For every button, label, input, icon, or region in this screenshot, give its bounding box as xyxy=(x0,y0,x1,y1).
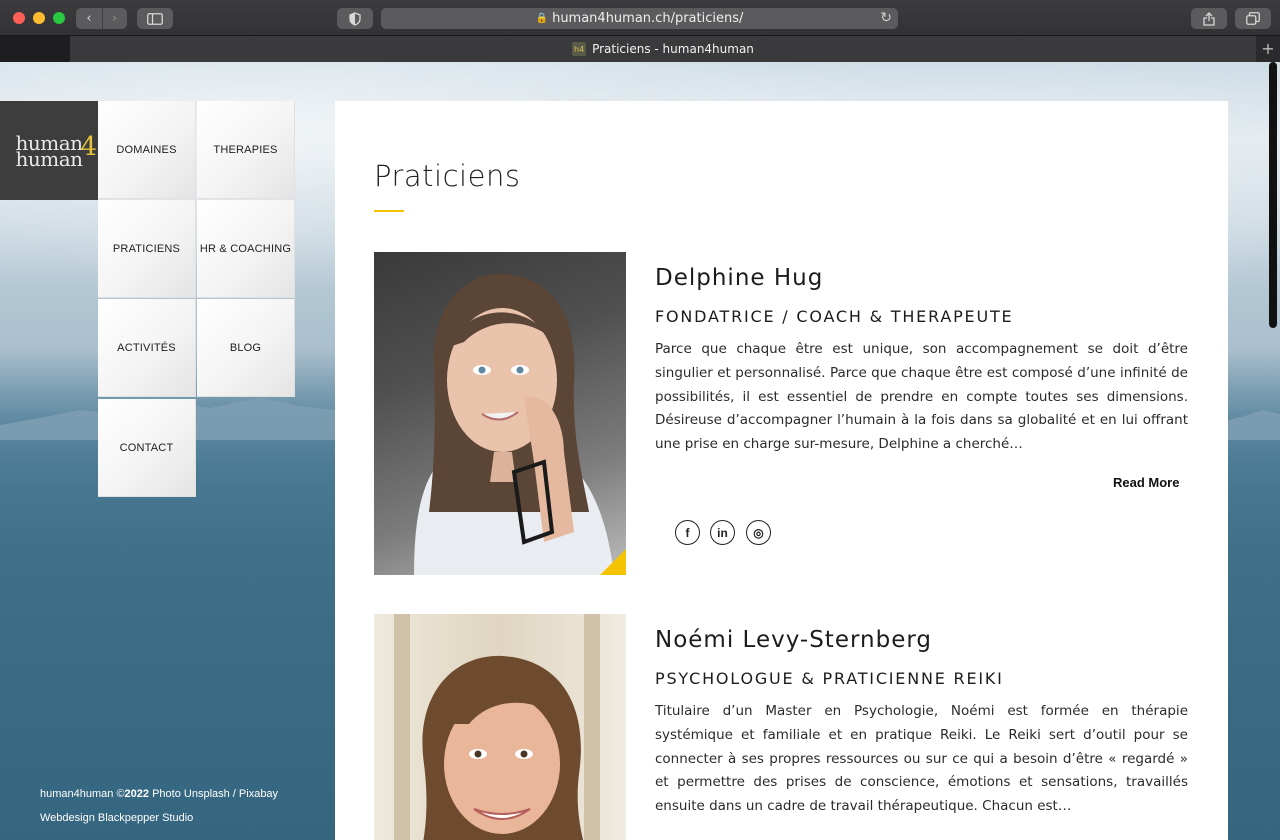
lock-icon: 🔒 xyxy=(535,13,549,24)
browser-titlebar: ‹ › 🔒 human4human.ch/praticiens/ ↻ xyxy=(0,0,1280,36)
facebook-icon[interactable]: f xyxy=(675,520,700,545)
photo-corner-accent xyxy=(600,549,626,575)
practitioner-photo[interactable] xyxy=(374,614,626,840)
new-tab-button[interactable]: + xyxy=(1256,36,1280,62)
forward-icon[interactable]: › xyxy=(101,8,127,29)
reload-icon[interactable]: ↻ xyxy=(880,8,892,29)
nav-praticiens[interactable]: PRATICIENS xyxy=(98,200,196,298)
content-panel: Praticiens Delphine Hug FONDATRICE / COA… xyxy=(335,101,1228,840)
page-title: Praticiens xyxy=(374,159,521,193)
nav-domaines[interactable]: DOMAINES xyxy=(98,101,196,199)
sidebar-toggle-button[interactable] xyxy=(137,8,173,29)
shield-icon xyxy=(349,11,361,26)
page-scrollbar[interactable] xyxy=(1268,62,1280,840)
logo-wordmark: human human 4 xyxy=(15,130,97,171)
title-accent-line xyxy=(374,210,404,212)
privacy-report-button[interactable] xyxy=(337,8,373,29)
portrait-image xyxy=(394,614,600,840)
practitioner-photo[interactable] xyxy=(374,252,626,575)
practitioner-bio: Titulaire d’un Master en Psychologie, No… xyxy=(655,703,1188,815)
nav-contact[interactable]: CONTACT xyxy=(98,399,196,497)
address-bar[interactable]: 🔒 human4human.ch/praticiens/ ↻ xyxy=(381,8,898,29)
read-more-link[interactable]: Read More xyxy=(1113,475,1179,490)
scrollbar-thumb[interactable] xyxy=(1269,62,1277,328)
practitioner-name[interactable]: Delphine Hug xyxy=(655,265,823,291)
page-viewport: human human 4 DOMAINES THERAPIES PRATICI… xyxy=(0,62,1280,840)
sidebar-icon xyxy=(147,12,163,25)
tab-bar: h4 Praticiens - human4human + xyxy=(0,36,1280,62)
url-text: human4human.ch/praticiens/ xyxy=(552,11,744,26)
history-nav: ‹ › xyxy=(76,8,127,29)
practitioner-name[interactable]: Noémi Levy-Sternberg xyxy=(655,627,932,653)
footer-copyright: human4human ©2022 Photo Unsplash / Pixab… xyxy=(40,788,279,800)
tab-overview-button[interactable] xyxy=(1235,8,1271,29)
practitioner-role: PSYCHOLOGUE & PRATICIENNE REIKI xyxy=(655,669,1004,688)
practitioner-role: FONDATRICE / COACH & THERAPEUTE xyxy=(655,307,1014,326)
tab-title: Praticiens - human4human xyxy=(592,42,754,56)
close-window-button[interactable] xyxy=(13,12,25,24)
nav-blog[interactable]: BLOG xyxy=(197,299,295,397)
nav-hr-coaching[interactable]: HR & COACHING xyxy=(197,200,295,298)
nav-therapies[interactable]: THERAPIES xyxy=(197,101,295,199)
tabs-icon xyxy=(1246,12,1260,25)
linkedin-icon[interactable]: in xyxy=(710,520,735,545)
instagram-icon[interactable]: ◎ xyxy=(746,520,771,545)
share-icon xyxy=(1203,11,1215,26)
footer-credit[interactable]: Webdesign Blackpepper Studio xyxy=(40,812,193,824)
portrait-image xyxy=(414,273,614,575)
practitioner-bio: Parce que chaque être est unique, son ac… xyxy=(655,341,1188,453)
nav-activites[interactable]: ACTIVITÉS xyxy=(98,299,196,397)
back-icon[interactable]: ‹ xyxy=(77,8,102,29)
fullscreen-window-button[interactable] xyxy=(53,12,65,24)
site-logo[interactable]: human human 4 xyxy=(0,101,98,200)
tab-active[interactable]: h4 Praticiens - human4human xyxy=(70,36,1256,62)
tab-strip-left xyxy=(0,36,70,62)
minimize-window-button[interactable] xyxy=(33,12,45,24)
share-button[interactable] xyxy=(1191,8,1227,29)
site-favicon-icon: h4 xyxy=(572,42,587,56)
